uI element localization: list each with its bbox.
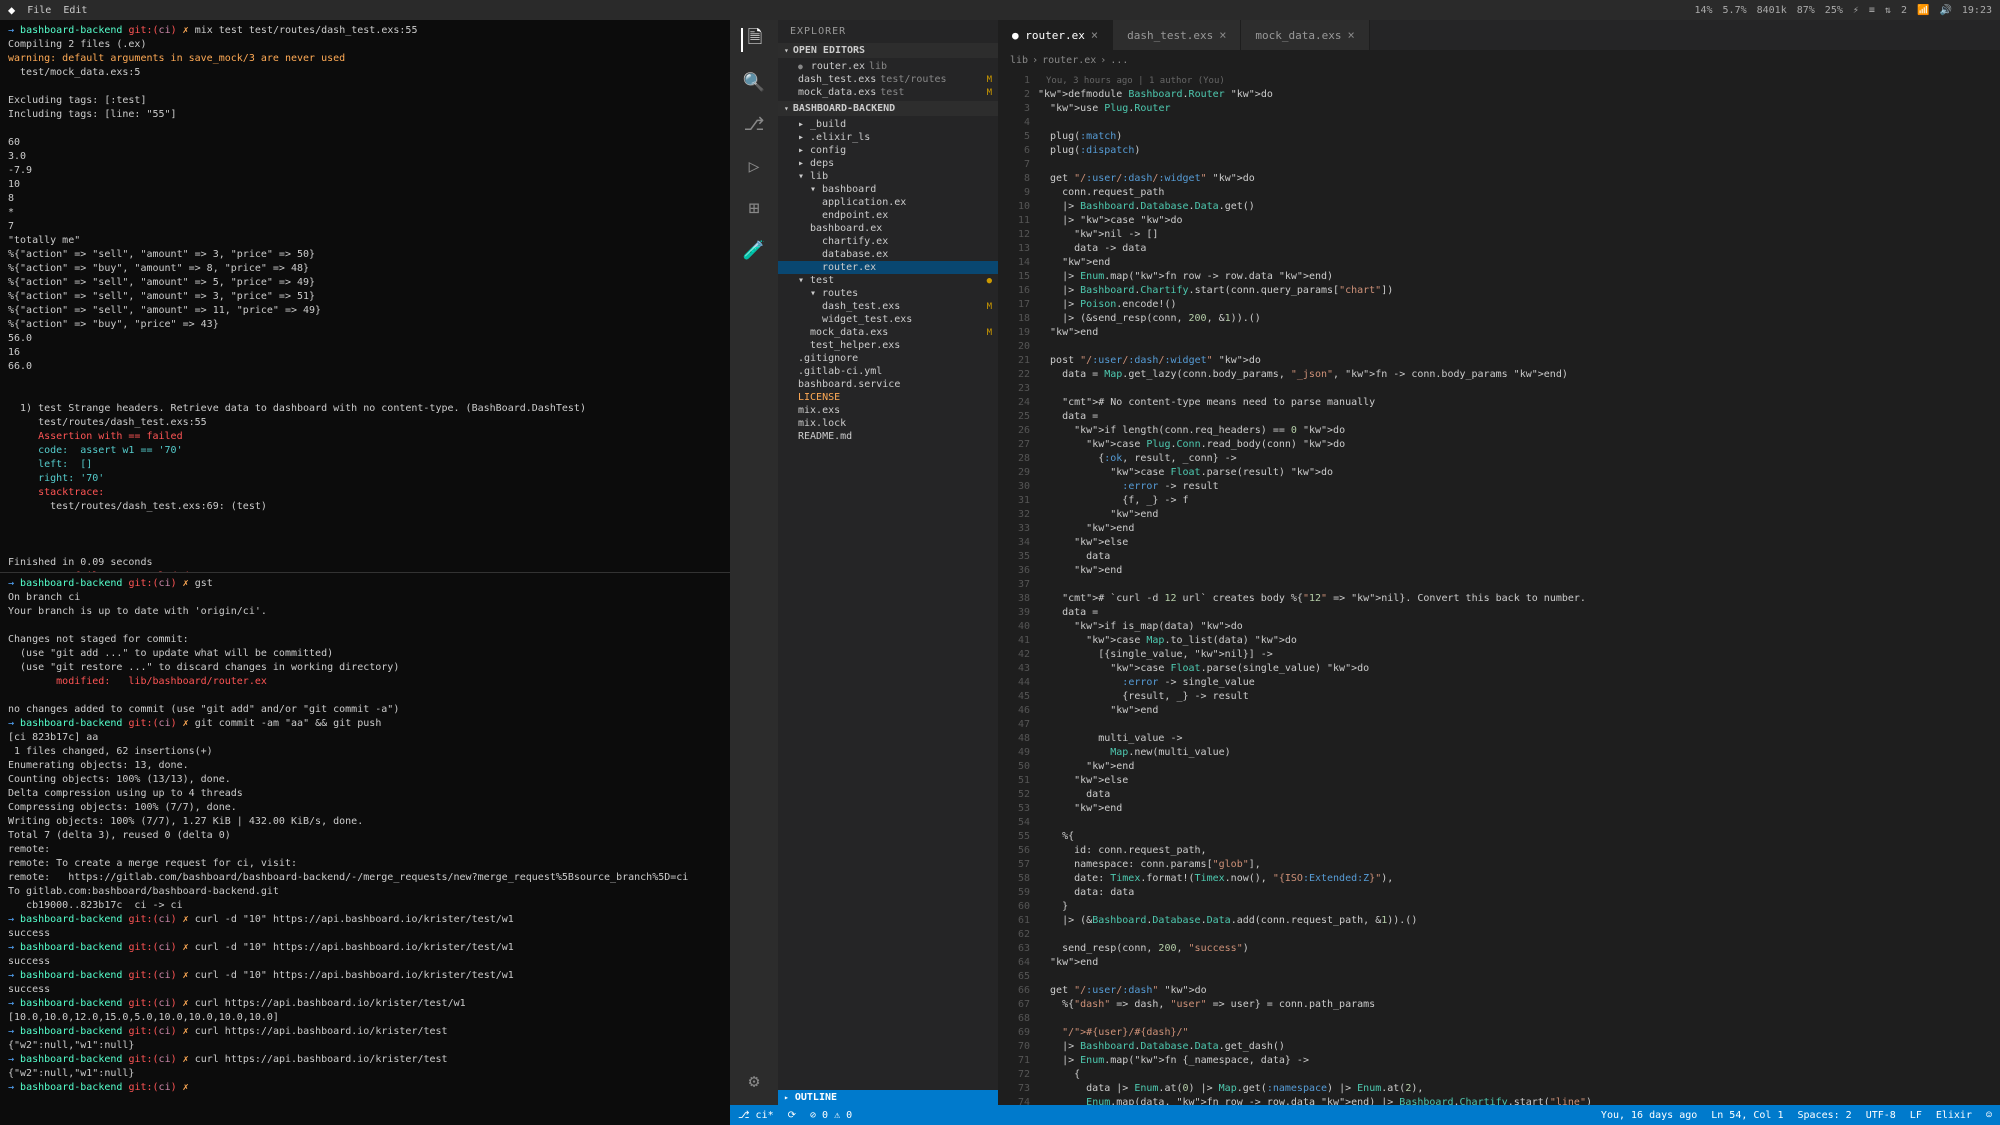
- open-editor-item[interactable]: router.ex lib: [778, 60, 998, 73]
- menubar-stat[interactable]: 2: [1901, 5, 1907, 16]
- menubar-stat[interactable]: 8401k: [1757, 5, 1787, 16]
- breadcrumb[interactable]: lib › router.ex › ...: [998, 50, 2000, 70]
- status-item[interactable]: Elixir: [1936, 1110, 1972, 1121]
- vscode-window: 🗎 🔍 ⎇ ▷ ⊞ 🧪 ⚙ EXPLORER ▾OPEN EDITORS rou…: [730, 20, 2000, 1125]
- explorer-icon[interactable]: 🗎: [741, 28, 765, 52]
- close-icon[interactable]: ×: [1091, 28, 1098, 42]
- terminal-top-pane[interactable]: → bashboard-backend git:(ci) ✗ mix test …: [0, 20, 730, 573]
- tree-item-application.ex[interactable]: application.ex: [778, 196, 998, 209]
- status-item[interactable]: LF: [1910, 1110, 1922, 1121]
- menu-edit[interactable]: Edit: [63, 5, 87, 16]
- open-editor-item[interactable]: mock_data.exs testM: [778, 86, 998, 99]
- tree-item-bashboard.ex[interactable]: bashboard.ex: [778, 222, 998, 235]
- menubar-stat[interactable]: 14%: [1694, 5, 1712, 16]
- tree-item-test[interactable]: ▾ test●: [778, 274, 998, 287]
- status-item[interactable]: ⟳: [788, 1110, 796, 1121]
- editor-area: ● router.ex×dash_test.exs×mock_data.exs×…: [998, 20, 2000, 1105]
- tree-item-mock_data.exs[interactable]: mock_data.exsM: [778, 326, 998, 339]
- terminal-bottom-pane[interactable]: → bashboard-backend git:(ci) ✗ gst On br…: [0, 573, 730, 1125]
- menubar-stat[interactable]: 🔊: [1939, 5, 1951, 16]
- status-item[interactable]: ⎇ ci*: [738, 1110, 774, 1121]
- tree-item-mix.lock[interactable]: mix.lock: [778, 417, 998, 430]
- tree-item-routes[interactable]: ▾ routes: [778, 287, 998, 300]
- tree-item-config[interactable]: ▸ config: [778, 144, 998, 157]
- status-item[interactable]: Ln 54, Col 1: [1711, 1110, 1783, 1121]
- menubar-stat[interactable]: ≡: [1869, 5, 1875, 16]
- menubar-stat[interactable]: 87%: [1797, 5, 1815, 16]
- status-item[interactable]: Spaces: 2: [1798, 1110, 1852, 1121]
- tree-item-.gitlab-ci.yml[interactable]: .gitlab-ci.yml: [778, 365, 998, 378]
- menubar-stat[interactable]: 5.7%: [1723, 5, 1747, 16]
- code-editor[interactable]: 1 2 3 4 5 6 7 8 9 10 11 12 13 14 15 16 1…: [998, 70, 2000, 1105]
- tab-dash_test.exs[interactable]: dash_test.exs×: [1113, 20, 1241, 50]
- test-icon[interactable]: 🧪: [742, 238, 766, 262]
- search-icon[interactable]: 🔍: [742, 70, 766, 94]
- tree-item-mix.exs[interactable]: mix.exs: [778, 404, 998, 417]
- tree-item-.elixir_ls[interactable]: ▸ .elixir_ls: [778, 131, 998, 144]
- tree-item-database.ex[interactable]: database.ex: [778, 248, 998, 261]
- outline-header[interactable]: ▸ OUTLINE: [778, 1090, 998, 1105]
- tree-item-endpoint.ex[interactable]: endpoint.ex: [778, 209, 998, 222]
- tree-item-router.ex[interactable]: router.ex: [778, 261, 998, 274]
- status-item[interactable]: ☺: [1986, 1110, 1992, 1121]
- tree-item-README.md[interactable]: README.md: [778, 430, 998, 443]
- tab-mock_data.exs[interactable]: mock_data.exs×: [1241, 20, 1369, 50]
- tree-item-bashboard.service[interactable]: bashboard.service: [778, 378, 998, 391]
- open-editor-item[interactable]: dash_test.exs test/routesM: [778, 73, 998, 86]
- tree-item-test_helper.exs[interactable]: test_helper.exs: [778, 339, 998, 352]
- close-icon[interactable]: ×: [1219, 28, 1226, 42]
- sidebar-title: EXPLORER: [778, 20, 998, 43]
- editor-tabs: ● router.ex×dash_test.exs×mock_data.exs×: [998, 20, 2000, 50]
- settings-icon[interactable]: ⚙: [742, 1069, 766, 1093]
- tree-item-lib[interactable]: ▾ lib: [778, 170, 998, 183]
- tree-item-deps[interactable]: ▸ deps: [778, 157, 998, 170]
- macos-menubar: ◆ File Edit 14% 5.7% 8401k 87% 25% ⚡ ≡ ⇅ 2 📶 🔊 19:2…: [0, 0, 2000, 20]
- status-item[interactable]: You, 16 days ago: [1601, 1110, 1697, 1121]
- tree-item-widget_test.exs[interactable]: widget_test.exs: [778, 313, 998, 326]
- open-editors-header[interactable]: ▾OPEN EDITORS: [778, 43, 998, 58]
- terminal-window[interactable]: → bashboard-backend git:(ci) ✗ mix test …: [0, 20, 730, 1125]
- tree-item-.gitignore[interactable]: .gitignore: [778, 352, 998, 365]
- tree-item-LICENSE[interactable]: LICENSE: [778, 391, 998, 404]
- tab-router.ex[interactable]: ● router.ex×: [998, 20, 1113, 50]
- menubar-stat[interactable]: 25%: [1825, 5, 1843, 16]
- tree-item-dash_test.exs[interactable]: dash_test.exsM: [778, 300, 998, 313]
- tree-item-_build[interactable]: ▸ _build: [778, 118, 998, 131]
- neovim-icon: ◆: [8, 3, 15, 17]
- debug-icon[interactable]: ▷: [742, 154, 766, 178]
- activity-bar: 🗎 🔍 ⎇ ▷ ⊞ 🧪 ⚙: [730, 20, 778, 1105]
- menubar-stat[interactable]: ⇅: [1885, 5, 1891, 16]
- menu-file[interactable]: File: [27, 5, 51, 16]
- close-icon[interactable]: ×: [1348, 28, 1355, 42]
- tree-item-chartify.ex[interactable]: chartify.ex: [778, 235, 998, 248]
- tree-item-bashboard[interactable]: ▾ bashboard: [778, 183, 998, 196]
- status-bar: ⎇ ci* ⟳ ⊘ 0 ⚠ 0 You, 16 days ago Ln 54, Col…: [730, 1105, 2000, 1125]
- sidebar: EXPLORER ▾OPEN EDITORS router.ex libdash…: [778, 20, 998, 1105]
- menubar-stat[interactable]: 📶: [1917, 5, 1929, 16]
- extensions-icon[interactable]: ⊞: [742, 196, 766, 220]
- menubar-stat[interactable]: 19:23: [1962, 5, 1992, 16]
- project-header[interactable]: ▾BASHBOARD-BACKEND: [778, 101, 998, 116]
- scm-icon[interactable]: ⎇: [742, 112, 766, 136]
- status-item[interactable]: UTF-8: [1866, 1110, 1896, 1121]
- menubar-stat[interactable]: ⚡: [1853, 5, 1859, 16]
- status-item[interactable]: ⊘ 0 ⚠ 0: [810, 1110, 852, 1121]
